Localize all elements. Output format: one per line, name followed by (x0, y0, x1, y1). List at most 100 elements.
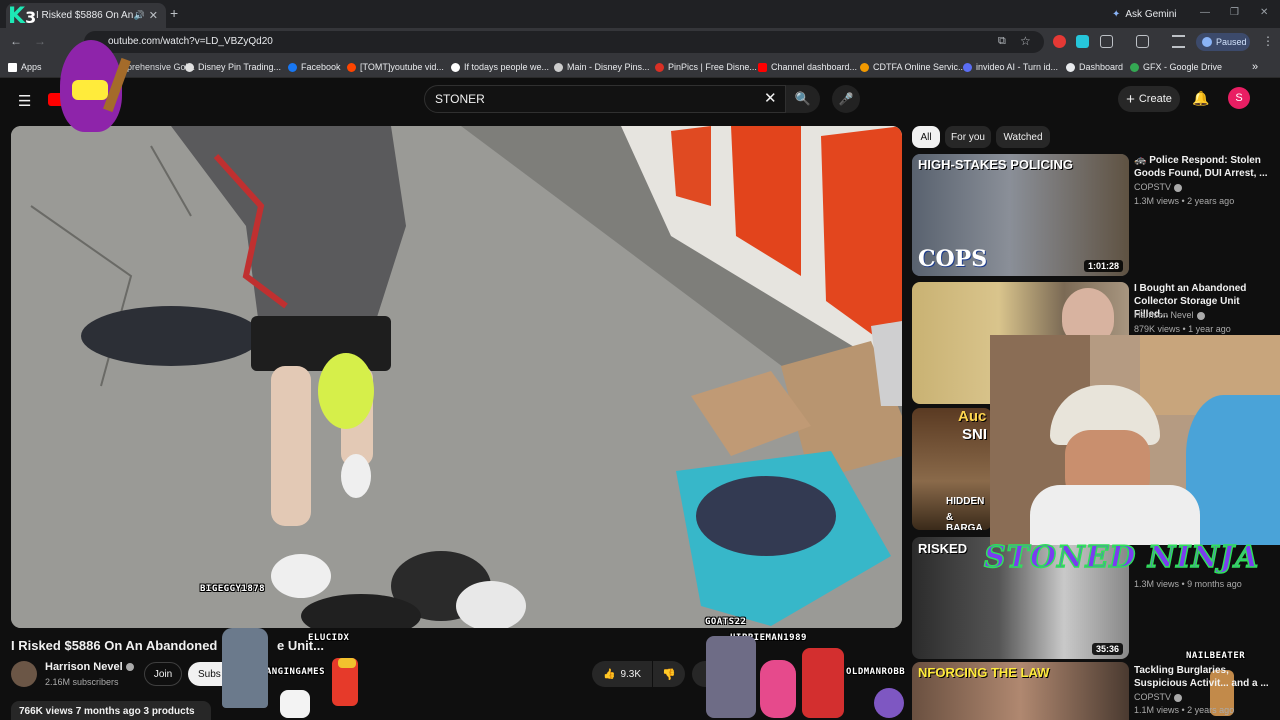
recommendation-item[interactable]: NFORCING THE LAW Tackling Burglaries, Su… (912, 662, 1280, 720)
google-drive-icon (1130, 62, 1139, 72)
chip-watched[interactable]: Watched (996, 126, 1050, 148)
account-avatar[interactable]: S (1228, 87, 1250, 109)
search-box[interactable] (424, 85, 786, 113)
plus-icon: + (1126, 90, 1135, 108)
like-count: 9.3K (620, 668, 642, 680)
search-input[interactable] (435, 92, 745, 106)
mascot-mouth (72, 80, 108, 100)
bookmark-item[interactable]: Channel dashboard... (758, 60, 857, 74)
kebab-menu-icon[interactable]: ⋮ (1262, 34, 1274, 48)
browser-toolbar: ← → outube.com/watch?v=LD_VBZyQd20 ⧉ ☆ P… (0, 28, 1280, 56)
bookmark-item[interactable]: If todays people we... (451, 60, 549, 74)
join-button[interactable]: Join (144, 662, 182, 686)
youtube-studio-icon (758, 62, 767, 72)
ask-gemini-button[interactable]: ✦ Ask Gemini (1104, 5, 1185, 23)
address-bar[interactable]: outube.com/watch?v=LD_VBZyQd20 ⧉ ☆ (84, 31, 1044, 53)
bookmark-item[interactable]: GFX - Google Drive (1130, 60, 1222, 74)
voice-search-button[interactable]: 🎤 (832, 85, 860, 113)
bookmark-favicon (655, 62, 664, 72)
chip-all[interactable]: All (912, 126, 940, 148)
install-icon[interactable]: ⧉ (998, 35, 1006, 48)
chat-username: GOATS22 (705, 617, 747, 627)
mickey-blanket (1186, 395, 1280, 545)
bookmark-favicon (185, 62, 194, 72)
restore-icon[interactable]: ❐ (1230, 7, 1239, 18)
verified-icon (1174, 183, 1183, 192)
bookmark-item[interactable]: invideo AI - Turn id... (963, 60, 1058, 74)
close-tab-icon[interactable]: ✕ (149, 9, 158, 22)
search-button[interactable]: 🔍 (786, 85, 820, 113)
speaker-icon: 🔊 (133, 10, 145, 20)
url-text: outube.com/watch?v=LD_VBZyQd20 (108, 36, 273, 47)
clear-search-icon[interactable]: ✕ (764, 89, 777, 107)
pixel-character-ironman (802, 648, 844, 718)
new-tab-button[interactable]: + (170, 5, 178, 21)
hamburger-menu-icon[interactable]: ☰ (18, 92, 31, 110)
bookmarks-bar: Apps Comprehensive Gol... Disney Pin Tra… (0, 56, 1280, 78)
minimize-icon[interactable]: — (1200, 7, 1210, 18)
recommendation-title: Tackling Burglaries, Suspicious Activit.… (1134, 665, 1269, 689)
pixel-character-knuckles (760, 660, 796, 718)
pixel-character-robot (222, 628, 268, 708)
bookmark-star-icon[interactable]: ☆ (1020, 34, 1031, 48)
tiktok-icon (451, 62, 460, 72)
search-icon: 🔍 (794, 91, 812, 106)
create-button[interactable]: + Create (1118, 86, 1180, 112)
video-thumbnail[interactable]: Auc SNI HIDDEN & BARGA (912, 408, 992, 530)
recommendation-channel[interactable]: COPSTV (1134, 692, 1183, 702)
bookmark-item[interactable]: CDTFA Online Servic... (860, 60, 966, 74)
thumbnail-caption: SNI (962, 426, 988, 443)
video-thumbnail[interactable]: NFORCING THE LAW (912, 662, 1129, 720)
profile-paused-button[interactable]: Paused (1196, 33, 1250, 51)
subscriber-count: 2.16M subscribers (45, 677, 119, 687)
bookmark-item[interactable]: [TOMT]youtube vid... (347, 60, 444, 74)
extensions-puzzle-icon[interactable] (1100, 35, 1113, 48)
bookmark-item[interactable]: Disney Pin Trading... (185, 60, 281, 74)
more-bookmarks-icon[interactable]: » (1252, 60, 1258, 74)
tab-search-icon[interactable] (1136, 35, 1149, 48)
bookmark-favicon (860, 62, 869, 72)
back-icon[interactable]: ← (10, 34, 22, 48)
bookmark-item[interactable]: Dashboard (1066, 60, 1123, 74)
bookmark-item[interactable]: PinPics | Free Disne... (655, 60, 757, 74)
chat-username: ELUCIDX (308, 633, 350, 643)
thumbnail-caption: Auc (958, 408, 987, 425)
video-frame (11, 126, 902, 628)
channel-name[interactable]: Harrison Nevel (45, 661, 134, 673)
notifications-bell-icon[interactable]: 🔔 (1192, 90, 1209, 107)
like-button[interactable]: 👍 9.3K (592, 661, 652, 687)
recommendation-stats: 879K views • 1 year ago (1134, 324, 1231, 334)
chip-for-you[interactable]: For you (945, 126, 991, 148)
dislike-button[interactable]: 👎 (653, 661, 685, 687)
verified-icon (1196, 311, 1205, 320)
recommendation-item[interactable]: HIGH-STAKES POLICING COPS 1:01:28 🚓 Poli… (912, 154, 1280, 278)
thumbnail-caption: HIGH-STAKES POLICING (918, 157, 1074, 172)
bookmark-item[interactable]: Apps (8, 60, 42, 74)
verified-icon (125, 663, 134, 672)
straw-hat-icon (338, 658, 356, 668)
bookmark-item[interactable]: Facebook (288, 60, 341, 74)
thumbnail-caption: RISKED (918, 541, 968, 556)
video-player[interactable]: BIGEGGY1878 GOATS22 (11, 126, 902, 628)
chat-username: OLDMANROBB (846, 667, 906, 677)
media-control-icon[interactable] (1172, 35, 1185, 48)
video-duration: 1:01:28 (1083, 260, 1123, 272)
recommendation-title: 🚓 Police Respond: Stolen Goods Found, DU… (1134, 155, 1268, 179)
thumbnail-caption: & BARGA (946, 512, 983, 530)
recommendation-channel[interactable]: Harrison Nevel (1134, 310, 1205, 320)
streamer-webcam (990, 335, 1280, 545)
bookmark-item[interactable]: Main - Disney Pins... (554, 60, 650, 74)
extension-red-icon[interactable] (1053, 35, 1066, 48)
tab-title: I Risked $5886 On An Aband... (36, 10, 134, 21)
facebook-icon (288, 62, 297, 72)
channel-avatar[interactable] (11, 661, 37, 687)
close-window-icon[interactable]: ✕ (1260, 7, 1268, 18)
video-thumbnail[interactable]: HIGH-STAKES POLICING COPS 1:01:28 (912, 154, 1129, 276)
gemini-icon: ✦ (1112, 8, 1121, 20)
extension-teal-icon[interactable] (1076, 35, 1089, 48)
paused-label: Paused (1216, 37, 1247, 47)
bookmark-favicon (963, 62, 972, 72)
recommendation-channel[interactable]: COPSTV (1134, 182, 1183, 192)
forward-icon[interactable]: → (34, 34, 46, 48)
pixel-character-ghost-purple (874, 688, 904, 718)
